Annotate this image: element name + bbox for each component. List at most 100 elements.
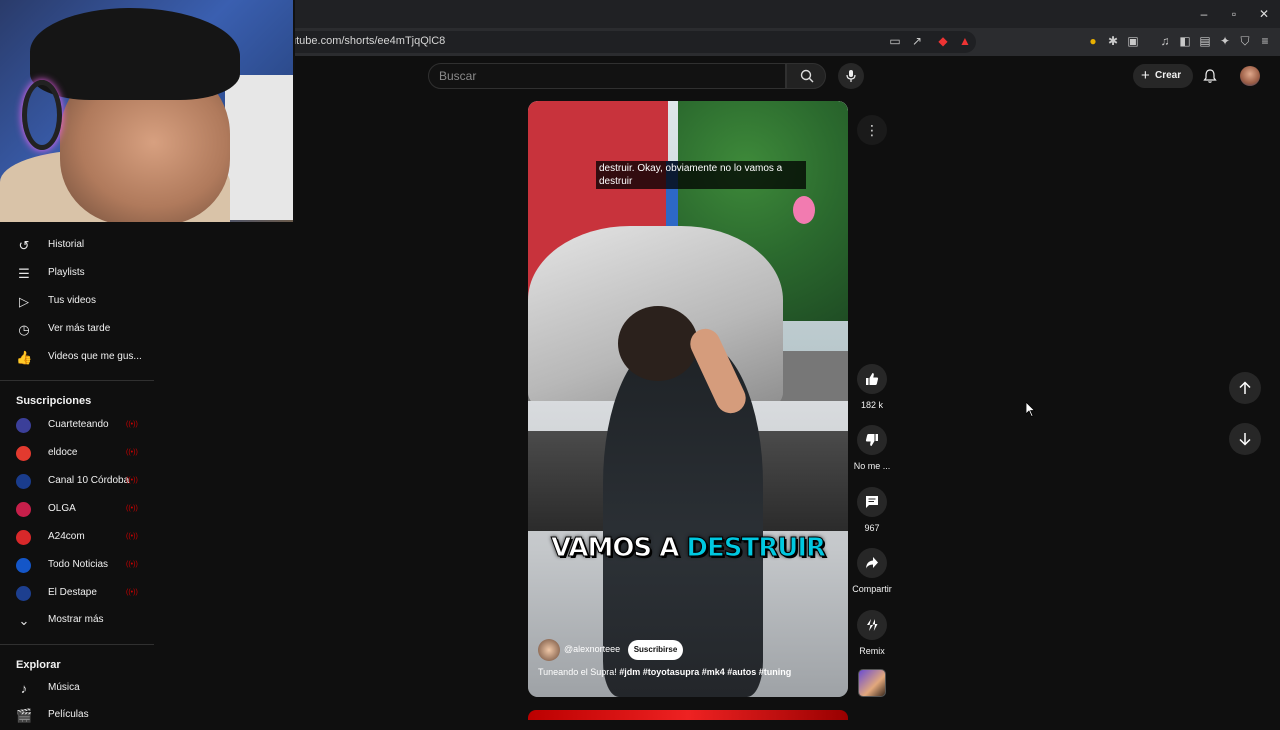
channel-name: Todo Noticias [48, 559, 109, 570]
live-icon: ((•)) [126, 533, 138, 540]
channel-avatar [16, 474, 31, 489]
share-arrow-icon [866, 557, 878, 569]
profile-color-icon[interactable]: ● [1086, 34, 1100, 48]
more-vert-icon: ⋮ [865, 122, 879, 138]
sidebar-toggle-icon[interactable]: ◧ [1178, 34, 1192, 48]
sidebar-item-your-videos[interactable]: ▷ Tus videos [0, 288, 154, 316]
vpn-icon[interactable]: ⛉ [1238, 34, 1252, 48]
channel-name: eldoce [48, 447, 78, 458]
description-hashtags[interactable]: #jdm #toyotasupra #mk4 #autos #tuning [619, 667, 791, 677]
extensions-icon[interactable]: ✱ [1106, 34, 1120, 48]
comments-button[interactable] [857, 487, 887, 517]
remix-button[interactable] [857, 610, 887, 640]
sidebar-item-watch-later[interactable]: ◷ Ver más tarde [0, 316, 154, 344]
live-icon: ((•)) [126, 421, 138, 428]
sound-thumbnail[interactable] [858, 669, 886, 697]
screenshot-icon[interactable]: ▣ [1126, 34, 1140, 48]
share-page-icon[interactable]: ↗ [910, 34, 924, 48]
your-videos-icon: ▷ [19, 294, 29, 309]
dislike-button[interactable] [857, 425, 887, 455]
music-icon: ♪ [20, 681, 28, 696]
channel-avatar [16, 446, 31, 461]
next-short-preview[interactable] [528, 710, 848, 720]
microphone-icon [846, 70, 856, 82]
sidebar-subscription[interactable]: El Destape ((•)) [0, 580, 154, 608]
restore-window-button[interactable]: ▫ [1226, 6, 1242, 22]
sidebar-subscription[interactable]: Cuarteteando ((•)) [0, 412, 154, 440]
remix-label: Remix [859, 646, 885, 656]
search-box [428, 63, 786, 89]
channel-handle[interactable]: @alexnorteee [564, 644, 620, 654]
live-icon: ((•)) [126, 589, 138, 596]
webcam-headset [22, 80, 62, 150]
channel-name: Canal 10 Córdoba [48, 475, 130, 486]
sidebar-subscription[interactable]: A24com ((•)) [0, 524, 154, 552]
account-avatar[interactable] [1240, 66, 1260, 86]
media-icon[interactable]: ♫ [1158, 34, 1172, 48]
remix-icon [867, 619, 878, 631]
minimize-window-button[interactable]: – [1196, 6, 1212, 22]
webcam-streamer-cap [30, 8, 240, 100]
rewards-icon[interactable]: ▲ [958, 34, 972, 48]
description-text: Tuneando el Supra! [538, 667, 617, 677]
sidebar-subscription[interactable]: OLGA ((•)) [0, 496, 154, 524]
cast-icon[interactable]: ▭ [888, 34, 902, 48]
sidebar-item-movies[interactable]: 🎬 Películas [0, 702, 154, 730]
sidebar-divider [0, 380, 154, 381]
sidebar-subscription[interactable]: Canal 10 Córdoba ((•)) [0, 468, 154, 496]
share-button[interactable] [857, 548, 887, 578]
sidebar-item-playlists[interactable]: ☰ Playlists [0, 260, 154, 288]
leo-ai-icon[interactable]: ✦ [1218, 34, 1232, 48]
channel-avatar[interactable] [538, 639, 560, 661]
thumbs-up-icon [866, 373, 879, 385]
subscribe-button[interactable]: Suscribirse [628, 640, 683, 660]
brave-shield-icon[interactable]: ◆ [936, 34, 950, 48]
search-button[interactable] [786, 63, 826, 89]
thumbs-down-icon [865, 434, 878, 446]
arrow-up-icon [1239, 381, 1251, 394]
short-video-player[interactable]: destruir. Okay, obviamente no lo vamos a… [528, 101, 848, 697]
sidebar-item-label: Videos que me gus... [48, 351, 142, 362]
like-button[interactable] [857, 364, 887, 394]
show-more-button[interactable]: ⌄ Mostrar más [0, 607, 154, 635]
plus-icon: + [1141, 67, 1150, 84]
channel-name: A24com [48, 531, 85, 542]
live-icon: ((•)) [126, 477, 138, 484]
wallet-icon[interactable]: ▤ [1198, 34, 1212, 48]
close-window-button[interactable]: ✕ [1256, 6, 1272, 22]
share-label: Compartir [852, 584, 892, 594]
video-person-head [618, 306, 698, 381]
previous-short-button[interactable] [1229, 372, 1261, 404]
webcam-shelf [225, 75, 293, 220]
address-url: utube.com/shorts/ee4mTjqQlC8 [290, 35, 446, 47]
webcam-overlay [0, 0, 295, 222]
sidebar-subscription[interactable]: eldoce ((•)) [0, 440, 154, 468]
create-button[interactable]: + Crear [1133, 64, 1193, 88]
more-options-button[interactable]: ⋮ [857, 115, 887, 145]
sidebar-item-history[interactable]: ↺ Historial [0, 232, 154, 260]
subscriptions-heading[interactable]: Suscripciones [16, 395, 91, 407]
notifications-bell-icon[interactable] [1202, 68, 1218, 84]
channel-avatar [16, 502, 31, 517]
live-icon: ((•)) [126, 505, 138, 512]
browser-menu-icon[interactable]: ≡ [1258, 34, 1272, 48]
explore-heading: Explorar [16, 659, 61, 671]
address-field[interactable]: utube.com/shorts/ee4mTjqQlC8 [282, 31, 976, 53]
voice-search-button[interactable] [838, 63, 864, 89]
movies-icon: 🎬 [16, 708, 33, 723]
sidebar-item-music[interactable]: ♪ Música [0, 675, 154, 703]
sidebar-item-label: Películas [48, 709, 89, 720]
next-short-button[interactable] [1229, 423, 1261, 455]
caption-word-2: DESTRUIR [686, 533, 827, 564]
live-icon: ((•)) [126, 561, 138, 568]
playlists-icon: ☰ [18, 266, 30, 281]
arrow-down-icon [1239, 433, 1251, 446]
search-input[interactable] [429, 64, 785, 88]
sidebar-subscription[interactable]: Todo Noticias ((•)) [0, 552, 154, 580]
comments-count: 967 [864, 523, 880, 533]
short-description[interactable]: Tuneando el Supra! #jdm #toyotasupra #mk… [538, 667, 791, 677]
sidebar-item-liked-videos[interactable]: 👍 Videos que me gus... [0, 344, 154, 372]
history-icon: ↺ [18, 238, 30, 253]
mouse-cursor-icon [1026, 402, 1036, 418]
like-count: 182 k [860, 400, 884, 410]
